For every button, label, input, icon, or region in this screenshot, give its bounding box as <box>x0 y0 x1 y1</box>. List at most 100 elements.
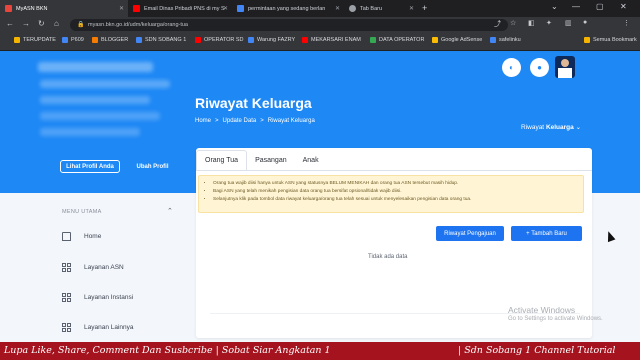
maximize-icon[interactable]: ▢ <box>596 2 604 11</box>
tab-label: Tab Baru <box>360 5 383 12</box>
youtube-favicon-icon <box>133 5 140 12</box>
close-icon[interactable]: ✕ <box>119 5 124 12</box>
bookmark-sdn-sobang[interactable]: SDN SOBANG 1 <box>136 37 186 43</box>
sidepanel-icon[interactable]: ▥ <box>565 19 572 27</box>
bookmark-label: safelinku <box>499 37 521 43</box>
tab-new[interactable]: Tab Baru ✕ <box>344 0 418 17</box>
back-icon[interactable]: ← <box>6 19 14 28</box>
bookmark-data-operator[interactable]: DATA OPERATOR <box>370 37 424 43</box>
youtube-icon <box>302 37 308 43</box>
empty-state-text: Tidak ada data <box>368 254 408 260</box>
add-new-button[interactable]: + Tambah Baru <box>511 226 582 241</box>
ticker-text-left: Lupa Like, Share, Comment Dan Susbcribe … <box>4 345 331 356</box>
bookmark-terupdate[interactable]: TERUPDATE <box>14 37 56 43</box>
minimize-icon[interactable]: — <box>572 2 580 11</box>
close-window-icon[interactable]: ✕ <box>620 2 627 11</box>
sidebar-heading: MENU UTAMA <box>62 209 102 215</box>
tab-anak[interactable]: Anak <box>295 150 327 170</box>
blurred-profile-name <box>38 62 153 72</box>
star-icon[interactable]: ☆ <box>510 19 516 27</box>
bookmark-warung-fazry[interactable]: Warung FAZRY <box>248 37 295 43</box>
tab-divider <box>196 170 592 171</box>
tab-myasn[interactable]: MyASN BKN ✕ <box>0 0 128 17</box>
chrome-favicon-icon <box>349 5 356 12</box>
bookmark-label: P609 <box>71 37 84 43</box>
bookmark-label: TERUPDATE <box>23 37 56 43</box>
breadcrumb: Home > Update Data > Riwayat Keluarga <box>195 118 315 124</box>
watermark-title: Activate Windows <box>508 305 576 315</box>
folder-icon <box>584 37 590 43</box>
extension-icon[interactable]: ◧ <box>528 19 535 27</box>
sidebar-item-layanan-asn[interactable]: Layanan ASN <box>62 263 124 272</box>
profile-icon[interactable]: ● <box>583 19 587 26</box>
history-button[interactable]: Riwayat Pengajuan <box>436 226 504 241</box>
bookmark-p609[interactable]: P609 <box>62 37 84 43</box>
youtube-icon <box>195 37 201 43</box>
blurred-profile-detail <box>40 80 170 88</box>
menu-icon[interactable]: ⋮ <box>623 19 630 27</box>
url-text: myasn.bkn.go.id/udm/keluarga/orang-tua <box>88 22 188 28</box>
myasn-favicon-icon <box>5 5 12 12</box>
page-icon <box>248 37 254 43</box>
tab-email-dinas[interactable]: Email Dinas Pribadi PNS di my S ✕ <box>128 0 232 17</box>
grid-icon <box>62 323 71 332</box>
forward-icon[interactable]: → <box>22 19 30 28</box>
toggle-icon[interactable]: ◐ <box>502 58 521 77</box>
sidebar-item-layanan-instansi[interactable]: Layanan Instansi <box>62 293 133 302</box>
section-dropdown-label: Keluarga <box>545 124 574 131</box>
sidebar-item-home[interactable]: Home <box>62 232 101 241</box>
bookmark-mekarsari[interactable]: MEKARSARI ENAM <box>302 37 361 43</box>
blurred-profile-detail <box>40 128 140 136</box>
sidebar-item-label: Layanan ASN <box>84 264 124 271</box>
home-icon[interactable]: ⌂ <box>54 19 59 28</box>
bookmark-label: Semua Bookmark <box>593 37 637 43</box>
section-dropdown[interactable]: Riwayat Keluarga ⌄ <box>521 123 581 131</box>
grid-icon <box>62 293 71 302</box>
bookmark-label: DATA OPERATOR <box>379 37 425 43</box>
puzzle-icon[interactable]: ✦ <box>546 19 552 27</box>
new-tab-icon[interactable]: + <box>422 3 427 13</box>
avatar[interactable] <box>555 56 575 78</box>
sidebar-item-label: Home <box>84 233 102 240</box>
reload-icon[interactable]: ↻ <box>38 19 45 28</box>
address-bar[interactable]: 🔒 myasn.bkn.go.id/udm/keluarga/orang-tua <box>70 19 508 31</box>
info-notice: Orang tua wajib diisi hanya untuk ASN ya… <box>198 175 584 213</box>
bookmark-blogger[interactable]: BLOGGER <box>92 37 128 43</box>
blogger-icon <box>92 37 98 43</box>
view-profile-button[interactable]: Lihat Profil Anda <box>60 160 120 173</box>
bell-icon[interactable]: ● <box>530 58 549 77</box>
bookmark-operator-sd[interactable]: OPERATOR SD <box>195 37 244 43</box>
breadcrumb-update-data[interactable]: Update Data <box>223 118 257 124</box>
close-icon[interactable]: ✕ <box>335 5 340 12</box>
breadcrumb-separator: > <box>215 118 219 124</box>
bookmark-adsense[interactable]: Google AdSense <box>432 37 482 43</box>
tab-orang-tua[interactable]: Orang Tua <box>196 150 248 170</box>
tab-permintaan[interactable]: permintaan yang sedang berlan ✕ <box>232 0 344 17</box>
browser-toolbar: ← → ↻ ⌂ 🔒 myasn.bkn.go.id/udm/keluarga/o… <box>0 17 640 33</box>
chevron-up-icon[interactable]: ⌃ <box>167 207 173 215</box>
share-icon[interactable]: ⤴ <box>494 19 501 29</box>
tab-pasangan[interactable]: Pasangan <box>247 150 295 170</box>
bookmark-label: MEKARSARI ENAM <box>311 37 361 43</box>
bookmark-label: BLOGGER <box>101 37 129 43</box>
close-icon[interactable]: ✕ <box>223 5 228 12</box>
folder-icon <box>14 37 20 43</box>
page-icon <box>62 37 68 43</box>
blurred-profile-detail <box>40 112 160 120</box>
tab-label: MyASN BKN <box>16 5 48 12</box>
sidebar-item-layanan-lainnya[interactable]: Layanan Lainnya <box>62 323 134 332</box>
chevron-down-icon[interactable]: ⌄ <box>551 2 558 11</box>
page-title: Riwayat Keluarga <box>195 95 312 111</box>
section-dropdown-prefix: Riwayat <box>521 124 545 131</box>
close-icon[interactable]: ✕ <box>409 5 414 12</box>
notice-item: Selanjutnya klik pada tombol data riwaya… <box>213 196 577 204</box>
bookmark-label: Warung FAZRY <box>257 37 296 43</box>
bookmark-label: Google AdSense <box>441 37 483 43</box>
avatar-body <box>558 68 572 78</box>
breadcrumb-home[interactable]: Home <box>195 118 211 124</box>
windows-activation-watermark: Activate Windows Go to Settings to activ… <box>508 305 603 322</box>
bookmark-safelinku[interactable]: safelinku <box>490 37 521 43</box>
bookmark-all[interactable]: Semua Bookmark <box>584 37 637 43</box>
change-profile-link[interactable]: Ubah Profil <box>130 160 175 173</box>
video-ticker-banner: Lupa Like, Share, Comment Dan Susbcribe … <box>0 342 640 360</box>
